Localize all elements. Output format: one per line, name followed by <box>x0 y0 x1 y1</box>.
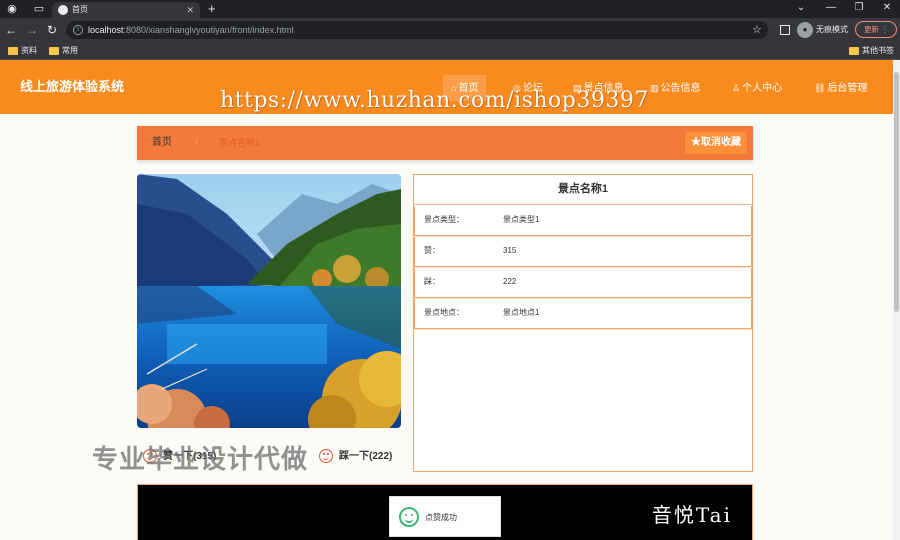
detail-row-likes: 赞： 315 <box>414 237 752 267</box>
nav-user-center[interactable]: ♙ 个人中心 <box>724 75 790 101</box>
browser-tab-active[interactable]: 首页 ✕ <box>52 2 200 18</box>
bookmark-folder-docs[interactable]: 资料 <box>8 42 37 60</box>
incognito-avatar-icon[interactable]: ● <box>797 22 813 38</box>
restore-icon[interactable]: ❐ <box>852 0 866 16</box>
smile-icon <box>319 449 333 463</box>
update-label: 更新 <box>864 25 879 34</box>
star-icon: ★ <box>691 137 701 148</box>
nav-notice-label: 公告信息 <box>660 83 701 94</box>
smile-icon <box>399 507 419 527</box>
nav-notice-info[interactable]: ▥ 公告信息 <box>642 75 709 101</box>
chrome-menu-icon[interactable]: ◉ <box>5 2 19 16</box>
nav-user-label: 个人中心 <box>742 83 783 94</box>
globe-icon <box>58 5 68 15</box>
scenic-photo <box>137 174 401 428</box>
breadcrumb-separator: / <box>195 137 198 148</box>
minimize-icon[interactable]: — <box>824 0 838 16</box>
cancel-favorite-button[interactable]: ★取消收藏 <box>685 132 747 154</box>
side-panel-icon[interactable] <box>780 25 790 35</box>
text-watermark: 专业毕业设计代做 <box>92 444 309 474</box>
incognito-label: 无痕模式 <box>816 25 848 34</box>
breadcrumb-home[interactable]: 首页 <box>152 126 172 160</box>
address-toolbar: ← → ↻ i localhost:8080/xianshanglvyoutiy… <box>0 18 900 42</box>
nav-admin-label: 后台管理 <box>827 83 868 94</box>
breadcrumb-current: 景点名称1 <box>219 138 261 148</box>
nav-admin[interactable]: ⛓ 后台管理 <box>806 75 875 101</box>
detail-value: 222 <box>503 277 517 286</box>
dislike-label: 踩一下(222) <box>339 451 393 462</box>
detail-row-dislikes: 踩： 222 <box>414 268 752 298</box>
url-host: localhost <box>88 25 124 35</box>
user-icon: ♙ <box>732 83 741 93</box>
page-scrollbar[interactable] <box>893 60 900 540</box>
forward-icon[interactable]: → <box>24 22 40 38</box>
window-close-icon[interactable]: ✕ <box>880 0 894 16</box>
notice-icon: ▥ <box>650 83 659 93</box>
browser-tab-bar: ◉ ▭ 首页 ✕ + ⌄ — ❐ ✕ <box>0 0 900 18</box>
detail-key: 赞： <box>424 246 440 255</box>
breadcrumb: 首页 / 景点名称1 ★取消收藏 <box>137 126 753 160</box>
page-viewport: 线上旅游体验系统 ⌂ 首页 ◎ 论坛 ▤ 景点信息 ▥ 公告信息 ♙ 个人中心 ⛓ 后台管理… <box>0 60 893 540</box>
bookmark-star-icon[interactable]: ☆ <box>752 21 762 39</box>
toast-text: 点赞成功 <box>425 513 457 522</box>
detail-key: 踩： <box>424 277 440 286</box>
link-icon: ⛓ <box>814 83 826 93</box>
detail-value: 景点类型1 <box>503 215 540 224</box>
url-path: :8080/xianshanglvyoutiyan/front/index.ht… <box>123 25 294 35</box>
url-bar[interactable]: i localhost:8080/xianshanglvyoutiyan/fro… <box>66 21 768 39</box>
tab-search-icon[interactable]: ▭ <box>32 2 46 16</box>
detail-row-type: 景点类型： 景点类型1 <box>414 206 752 236</box>
toast-message: 点赞成功 <box>389 496 501 537</box>
detail-value: 315 <box>503 246 517 255</box>
other-bookmarks[interactable]: 其他书签 <box>849 42 894 60</box>
detail-key: 景点类型： <box>424 215 464 224</box>
bookmark-folder-common[interactable]: 常用 <box>49 42 78 60</box>
video-brand-logo: 音悦Tai <box>651 503 732 527</box>
cancel-favorite-label: 取消收藏 <box>701 137 741 148</box>
scrollbar-thumb[interactable] <box>894 72 899 312</box>
scenic-detail-panel: 景点名称1 景点类型： 景点类型1 赞： 315 踩： 222 景点地点： 景点… <box>413 174 753 472</box>
site-title: 线上旅游体验系统 <box>20 79 125 94</box>
close-tab-icon[interactable]: ✕ <box>186 2 194 18</box>
update-button[interactable]: 更新 ⋮ <box>855 21 897 38</box>
detail-row-location: 景点地点： 景点地点1 <box>414 299 752 329</box>
scenic-title: 景点名称1 <box>414 175 752 205</box>
new-tab-icon[interactable]: + <box>208 1 216 17</box>
dislike-button[interactable]: 踩一下(222) <box>319 449 392 465</box>
detail-key: 景点地点： <box>424 308 464 317</box>
tab-title: 首页 <box>72 5 88 14</box>
back-icon[interactable]: ← <box>3 22 19 38</box>
bookmarks-bar: 资料 常用 其他书签 <box>0 42 900 60</box>
reload-icon[interactable]: ↻ <box>44 22 60 38</box>
tab-list-chevron-icon[interactable]: ⌄ <box>794 0 808 16</box>
url-watermark: https://www.huzhan.com/ishop39397 <box>220 88 649 113</box>
detail-value: 景点地点1 <box>503 308 540 317</box>
site-info-icon[interactable]: i <box>73 25 83 35</box>
